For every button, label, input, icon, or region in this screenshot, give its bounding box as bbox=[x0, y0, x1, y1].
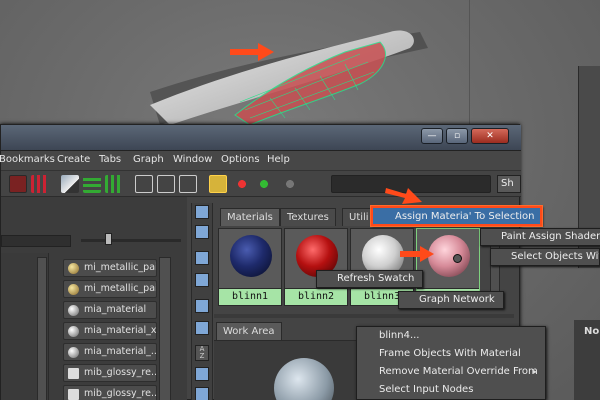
brush-icon[interactable] bbox=[61, 175, 79, 193]
glossy-icon bbox=[68, 368, 79, 379]
frame-all-icon[interactable] bbox=[157, 175, 175, 193]
strip-icon[interactable] bbox=[195, 321, 209, 335]
strip-icon[interactable] bbox=[195, 367, 209, 381]
list-item[interactable]: mia_material_... bbox=[63, 343, 157, 361]
frame-selected-icon[interactable] bbox=[135, 175, 153, 193]
swatch-label: blinn1 bbox=[219, 288, 281, 305]
clear-icon[interactable] bbox=[281, 175, 299, 193]
context-menu-item-remove-override[interactable]: Remove Material Override From bbox=[357, 363, 545, 381]
strip-icon[interactable] bbox=[195, 225, 209, 239]
node-icon[interactable] bbox=[83, 175, 101, 193]
strip-icon[interactable] bbox=[195, 273, 209, 287]
strip-icon[interactable] bbox=[195, 205, 209, 219]
material-ball-icon bbox=[68, 305, 79, 316]
sort-az-icon[interactable]: AZ bbox=[195, 345, 209, 361]
strip-icon[interactable] bbox=[195, 387, 209, 400]
tool-bar: Sh bbox=[1, 171, 521, 197]
list-item[interactable]: mib_glossy_re... bbox=[63, 385, 157, 400]
swatch-blinn2[interactable]: blinn2 bbox=[284, 228, 348, 306]
menu-tabs[interactable]: Tabs bbox=[99, 154, 121, 165]
menu-graph[interactable]: Graph bbox=[133, 154, 164, 165]
connection-icon[interactable] bbox=[233, 175, 251, 193]
list-item[interactable]: mib_glossy_re... bbox=[63, 364, 157, 382]
maya-viewport[interactable]: No — ▫ ✕ Bookmarks Create Tabs Graph Win… bbox=[0, 0, 600, 400]
menu-window[interactable]: Window bbox=[173, 154, 212, 165]
maximize-button[interactable]: ▫ bbox=[446, 128, 468, 144]
viewport-object[interactable] bbox=[0, 0, 470, 135]
annotation-arrow-swatch bbox=[400, 246, 434, 262]
material-ball-icon bbox=[68, 347, 79, 358]
context-menu-item-select-input-nodes[interactable]: Select Input Nodes bbox=[357, 381, 545, 399]
swatch-blinn1[interactable]: blinn1 bbox=[218, 228, 282, 306]
submenu-arrow-icon: ▸ bbox=[533, 367, 538, 376]
menu-help[interactable]: Help bbox=[267, 154, 290, 165]
zoom-slider-track[interactable] bbox=[81, 239, 181, 242]
glossy-icon bbox=[68, 389, 79, 400]
context-menu-item-material[interactable]: blinn4... bbox=[357, 327, 545, 345]
list-item[interactable]: mi_metallic_pai... bbox=[63, 259, 157, 277]
title-bar[interactable]: — ▫ ✕ bbox=[1, 125, 521, 151]
context-menu: blinn4... Frame Objects With Material Re… bbox=[356, 326, 546, 400]
select-objects-with-item[interactable]: Select Objects With bbox=[490, 248, 600, 266]
zoom-slider-handle[interactable] bbox=[105, 233, 112, 245]
strip-icon[interactable] bbox=[195, 251, 209, 265]
minimize-button[interactable]: — bbox=[421, 128, 443, 144]
close-button[interactable]: ✕ bbox=[471, 128, 509, 144]
left-scrollbar[interactable] bbox=[37, 257, 47, 400]
assign-material-to-selection-item[interactable]: Assign Materia' To Selection bbox=[369, 205, 544, 227]
refresh-swatch-item[interactable]: Refresh Swatch bbox=[316, 270, 424, 288]
right-panel-label: No bbox=[584, 326, 600, 337]
frame-icon[interactable] bbox=[179, 175, 197, 193]
graph-network-item[interactable]: Graph Network bbox=[398, 291, 504, 309]
metallic-ball-icon bbox=[68, 284, 79, 295]
material-ball-icon bbox=[68, 326, 79, 337]
metallic-ball-icon bbox=[68, 263, 79, 274]
layout-icon[interactable] bbox=[105, 175, 123, 193]
list-item[interactable]: mi_metallic_pai... bbox=[63, 280, 157, 298]
cursor-marker bbox=[453, 254, 462, 263]
annotation-arrow-viewport bbox=[230, 43, 274, 61]
list-scrollbar[interactable] bbox=[159, 257, 171, 400]
menu-bookmarks[interactable]: Bookmarks bbox=[0, 154, 55, 165]
annotation-arrow-menu bbox=[385, 188, 422, 204]
graph-icon[interactable] bbox=[9, 175, 27, 193]
tab-materials[interactable]: Materials bbox=[220, 208, 280, 226]
tab-textures[interactable]: Textures bbox=[280, 208, 336, 226]
search-button[interactable]: Sh bbox=[497, 175, 521, 193]
list-item[interactable]: mia_material bbox=[63, 301, 157, 319]
network-icon[interactable] bbox=[255, 175, 273, 193]
filter-field[interactable] bbox=[1, 235, 71, 247]
swatch-toggle-icon[interactable] bbox=[209, 175, 227, 193]
list-item[interactable]: mia_material_x bbox=[63, 322, 157, 340]
paint-assign-shader-item[interactable]: Paint Assign Shader bbox=[480, 228, 600, 246]
menu-create[interactable]: Create bbox=[57, 154, 90, 165]
menu-bar: Bookmarks Create Tabs Graph Window Optio… bbox=[0, 151, 521, 171]
strip-icon[interactable] bbox=[195, 299, 209, 313]
splitter[interactable] bbox=[214, 314, 514, 318]
swatch-label: blinn2 bbox=[285, 288, 347, 305]
grid-icon[interactable] bbox=[31, 175, 49, 193]
context-menu-item-frame-objects[interactable]: Frame Objects With Material bbox=[357, 345, 545, 363]
menu-options[interactable]: Options bbox=[221, 154, 260, 165]
swatch-sphere bbox=[230, 235, 272, 277]
tab-work-area[interactable]: Work Area bbox=[216, 322, 282, 340]
